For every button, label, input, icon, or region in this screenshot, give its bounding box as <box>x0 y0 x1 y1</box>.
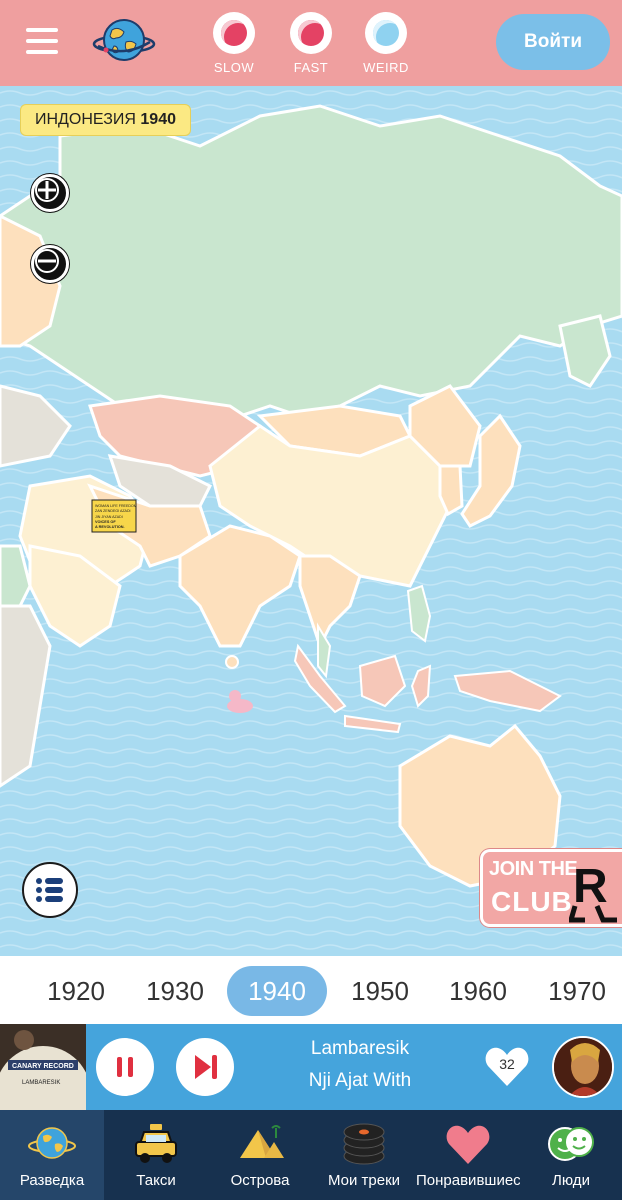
track-artist[interactable]: Nji Ajat With <box>250 1070 470 1092</box>
bottom-navigation: Разведка Такси Острова Мои треки Понрави… <box>0 1110 622 1200</box>
globe-logo-icon[interactable] <box>92 16 156 68</box>
nav-explore[interactable]: Разведка <box>0 1110 104 1200</box>
year-1960[interactable]: 1960 <box>428 966 528 1016</box>
year-1940[interactable]: 1940 <box>227 966 327 1016</box>
map-canvas[interactable]: WOMAN LIFE FREEDOM ZAN ZENDEGI AZADI JIN… <box>0 86 622 956</box>
nav-people-label: Люди <box>552 1172 590 1189</box>
globe-icon <box>28 1127 76 1159</box>
cover-label: CANARY RECORD <box>12 1063 74 1070</box>
club-r-logo-icon: R <box>569 860 617 923</box>
nav-islands[interactable]: Острова <box>208 1110 312 1200</box>
record-cover[interactable]: CANARY RECORD LAMBARESIK <box>0 1024 86 1110</box>
artist-photo <box>554 1038 612 1096</box>
speed-slow-label: SLOW <box>213 60 255 75</box>
korea-region <box>438 464 464 517</box>
nav-people[interactable]: Люди <box>520 1110 622 1200</box>
poster-line-5: A REVOLUTION. <box>95 525 125 529</box>
revolution-poster: WOMAN LIFE FREEDOM ZAN ZENDEGI AZADI JIN… <box>91 499 137 533</box>
speed-fast-button[interactable]: FAST <box>281 12 341 75</box>
speed-slow-button[interactable]: SLOW <box>204 12 264 75</box>
speed-weird-button[interactable]: WEIRD <box>356 12 416 75</box>
taxi-icon <box>135 1124 177 1163</box>
skip-next-icon <box>195 1055 217 1079</box>
poster-line-1: WOMAN LIFE FREEDOM <box>95 504 137 508</box>
year-timeline[interactable]: 0 1920 1930 1940 1950 1960 1970 <box>0 956 622 1024</box>
cover-title: LAMBARESIK <box>22 1080 60 1086</box>
login-button[interactable]: Войти <box>496 14 610 70</box>
year-1950[interactable]: 1950 <box>330 966 430 1016</box>
nav-explore-label: Разведка <box>19 1172 85 1189</box>
list-button[interactable] <box>22 862 78 918</box>
year-1930[interactable]: 1930 <box>125 966 225 1016</box>
nav-my-tracks[interactable]: Мои треки <box>312 1110 416 1200</box>
country-year: 1940 <box>140 111 176 128</box>
track-title[interactable]: Lambaresik <box>250 1038 470 1060</box>
poster-line-3: JIN JIYAN AZADI <box>95 515 123 519</box>
zoom-in-button[interactable] <box>31 174 69 212</box>
speed-knob-icon <box>290 12 332 54</box>
nav-islands-label: Острова <box>230 1172 290 1189</box>
pause-button[interactable] <box>96 1038 154 1096</box>
nav-taxi-label: Такси <box>136 1172 176 1189</box>
vinyl-records-icon <box>343 1123 385 1165</box>
join-the-club-banner[interactable]: JOIN THE CLUB R <box>480 849 622 927</box>
heart-icon <box>446 1125 490 1164</box>
artist-avatar[interactable] <box>552 1036 614 1098</box>
nav-liked-label: Понравившиеся <box>416 1172 520 1189</box>
world-map[interactable]: WOMAN LIFE FREEDOM ZAN ZENDEGI AZADI JIN… <box>0 86 622 956</box>
club-line-2: CLUB <box>491 886 573 917</box>
list-icon <box>36 878 63 902</box>
nav-my-tracks-label: Мои треки <box>327 1172 401 1189</box>
club-line-1: JOIN THE <box>489 858 578 880</box>
music-player: CANARY RECORD LAMBARESIK Lambaresik Nji … <box>0 1024 622 1110</box>
year-0[interactable]: 0 <box>0 966 24 1016</box>
like-button[interactable]: 32 <box>484 1044 530 1088</box>
nav-liked[interactable]: Понравившиеся <box>416 1110 520 1200</box>
people-icon <box>548 1127 594 1161</box>
zoom-out-button[interactable] <box>31 245 69 283</box>
speed-weird-label: WEIRD <box>363 60 409 75</box>
like-count: 32 <box>499 1056 515 1072</box>
country-year-label: ИНДОНЕЗИЯ 1940 <box>20 104 191 136</box>
country-name: ИНДОНЕЗИЯ <box>35 111 136 128</box>
pause-icon <box>117 1057 133 1077</box>
speed-knob-icon <box>213 12 255 54</box>
top-bar: SLOW FAST WEIRD Войти <box>0 0 622 86</box>
next-track-button[interactable] <box>176 1038 234 1096</box>
hamburger-menu-icon[interactable] <box>26 28 58 56</box>
pyramids-icon <box>240 1125 284 1158</box>
minus-icon <box>35 249 59 273</box>
speed-knob-icon <box>365 12 407 54</box>
plus-icon <box>35 178 59 202</box>
record-cover-art: CANARY RECORD LAMBARESIK <box>0 1024 86 1110</box>
year-1920[interactable]: 1920 <box>26 966 126 1016</box>
poster-line-4: VOICES OF <box>95 520 116 524</box>
club-r-letter: R <box>573 860 608 913</box>
speed-fast-label: FAST <box>293 60 329 75</box>
sri-lanka-region <box>225 655 239 669</box>
nav-taxi[interactable]: Такси <box>104 1110 208 1200</box>
poster-line-2: ZAN ZENDEGI AZADI <box>95 509 131 513</box>
year-1970[interactable]: 1970 <box>527 966 622 1016</box>
